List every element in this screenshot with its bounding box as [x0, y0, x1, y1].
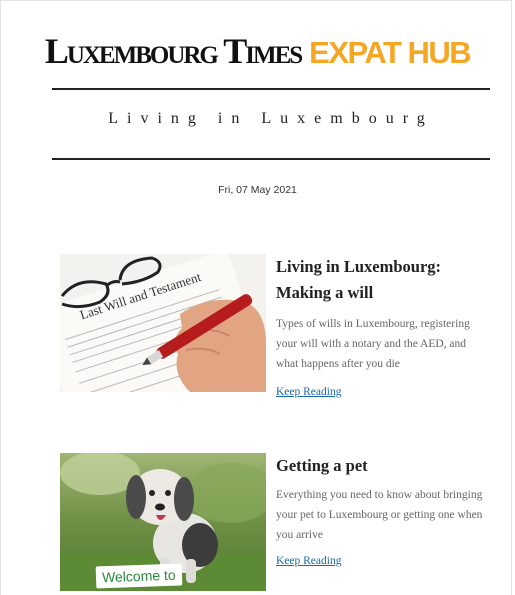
article-text: Getting a pet Everything you need to kno…	[276, 453, 486, 569]
article-text: Living in Luxembourg: Making a will Types…	[276, 254, 486, 400]
divider-top	[52, 88, 490, 90]
dog-image[interactable]: Welcome to	[60, 453, 266, 591]
divider-bottom	[52, 158, 490, 160]
masthead-name: Luxembourg Times	[44, 31, 303, 71]
issue-date: Fri, 07 May 2021	[218, 184, 297, 196]
article-description: Everything you need to know about bringi…	[276, 489, 483, 541]
keep-reading-link[interactable]: Keep Reading	[276, 386, 341, 398]
keep-reading-link[interactable]: Keep Reading	[276, 555, 341, 567]
article-headline[interactable]: Living in Luxembourg: Making a will	[276, 254, 486, 306]
will-image[interactable]: Last Will and Testament	[60, 254, 266, 392]
welcome-sign: Welcome to	[95, 563, 183, 589]
article-description: Types of wills in Luxembourg, registerin…	[276, 318, 470, 370]
masthead-accent: EXPAT HUB	[309, 35, 472, 70]
article-headline[interactable]: Getting a pet	[276, 453, 486, 479]
masthead[interactable]: Luxembourg Times EXPAT HUB	[0, 30, 515, 72]
section-title: Living in Luxembourg	[108, 110, 434, 127]
